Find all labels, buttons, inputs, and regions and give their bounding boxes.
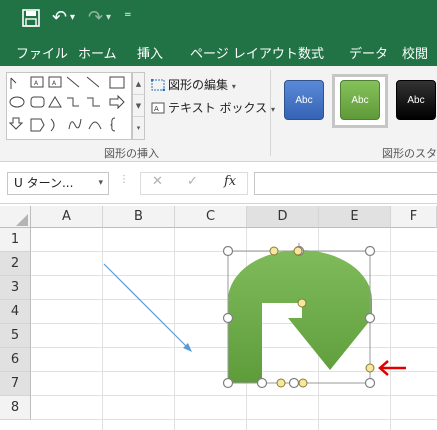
- drawing-layer: [103, 243, 406, 389]
- uturn-arrow-shape[interactable]: [228, 250, 372, 383]
- red-annotation-arrow: [378, 360, 406, 376]
- diagonal-arrow-line[interactable]: [103, 263, 192, 352]
